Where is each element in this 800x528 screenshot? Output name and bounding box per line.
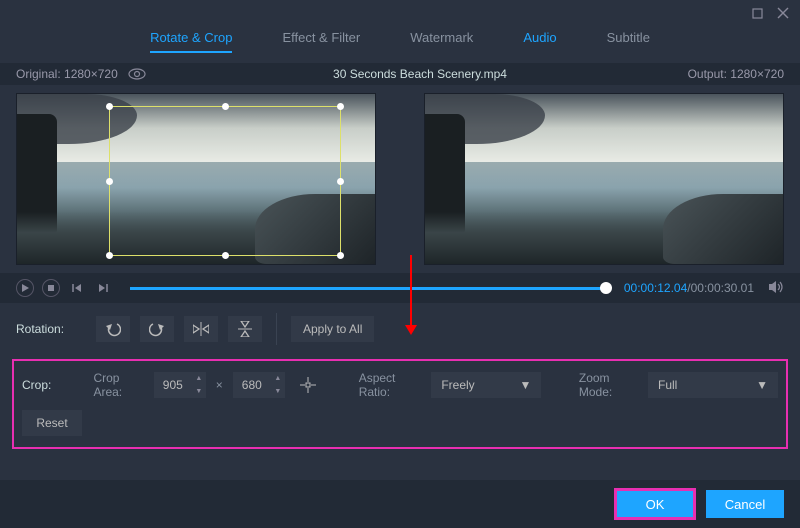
window-titlebar [0, 0, 800, 26]
cancel-button[interactable]: Cancel [706, 490, 784, 518]
time-display: 00:00:12.04/00:00:30.01 [624, 281, 754, 295]
crop-section-highlight: Crop: Crop Area: ▲▼ × ▲▼ Aspect Ratio: F… [12, 359, 788, 449]
crop-height-input[interactable]: ▲▼ [233, 372, 285, 398]
flip-vertical-button[interactable] [228, 316, 262, 342]
play-button[interactable] [16, 279, 34, 297]
output-preview [424, 93, 784, 265]
original-preview[interactable] [16, 93, 376, 265]
apply-to-all-button[interactable]: Apply to All [291, 316, 374, 342]
rotation-label: Rotation: [16, 322, 86, 336]
maximize-button[interactable] [750, 6, 764, 20]
reset-button[interactable]: Reset [22, 410, 82, 436]
playback-controls: 00:00:12.04/00:00:30.01 [0, 273, 800, 303]
eye-icon[interactable] [128, 68, 146, 80]
chevron-down-icon: ▼ [756, 378, 768, 392]
tab-audio[interactable]: Audio [523, 30, 556, 53]
aspect-ratio-label: Aspect Ratio: [359, 371, 422, 399]
info-bar: Original: 1280×720 30 Seconds Beach Scen… [0, 63, 800, 85]
tab-subtitle[interactable]: Subtitle [607, 30, 650, 53]
width-up[interactable]: ▲ [192, 372, 206, 385]
height-down[interactable]: ▼ [271, 385, 285, 398]
stop-button[interactable] [42, 279, 60, 297]
volume-icon[interactable] [768, 280, 784, 297]
seek-slider[interactable] [130, 287, 606, 290]
file-title: 30 Seconds Beach Scenery.mp4 [216, 67, 624, 81]
seek-thumb[interactable] [600, 282, 612, 294]
height-up[interactable]: ▲ [271, 372, 285, 385]
tab-effect-filter[interactable]: Effect & Filter [282, 30, 360, 53]
tab-bar: Rotate & Crop Effect & Filter Watermark … [0, 26, 800, 63]
close-button[interactable] [776, 6, 790, 20]
output-dimensions: Output: 1280×720 [624, 67, 784, 81]
prev-frame-button[interactable] [68, 279, 86, 297]
preview-area [0, 85, 800, 273]
ok-button[interactable]: OK [616, 490, 694, 518]
zoom-mode-select[interactable]: Full▼ [648, 372, 778, 398]
original-dimensions: Original: 1280×720 [16, 67, 118, 81]
crop-width-field[interactable] [154, 378, 192, 392]
crop-width-input[interactable]: ▲▼ [154, 372, 206, 398]
zoom-mode-label: Zoom Mode: [579, 371, 638, 399]
flip-horizontal-button[interactable] [184, 316, 218, 342]
chevron-down-icon: ▼ [519, 378, 531, 392]
footer: OK Cancel [0, 480, 800, 528]
tab-rotate-crop[interactable]: Rotate & Crop [150, 30, 232, 53]
next-frame-button[interactable] [94, 279, 112, 297]
width-down[interactable]: ▼ [192, 385, 206, 398]
rotate-left-button[interactable] [96, 316, 130, 342]
times-symbol: × [216, 378, 223, 392]
crop-label: Crop: [22, 378, 83, 392]
center-crop-button[interactable] [295, 372, 321, 398]
rotation-section: Rotation: Apply to All [0, 303, 800, 355]
aspect-ratio-select[interactable]: Freely▼ [431, 372, 541, 398]
tab-watermark[interactable]: Watermark [410, 30, 473, 53]
crop-height-field[interactable] [233, 378, 271, 392]
crop-area-label: Crop Area: [93, 371, 143, 399]
rotate-right-button[interactable] [140, 316, 174, 342]
